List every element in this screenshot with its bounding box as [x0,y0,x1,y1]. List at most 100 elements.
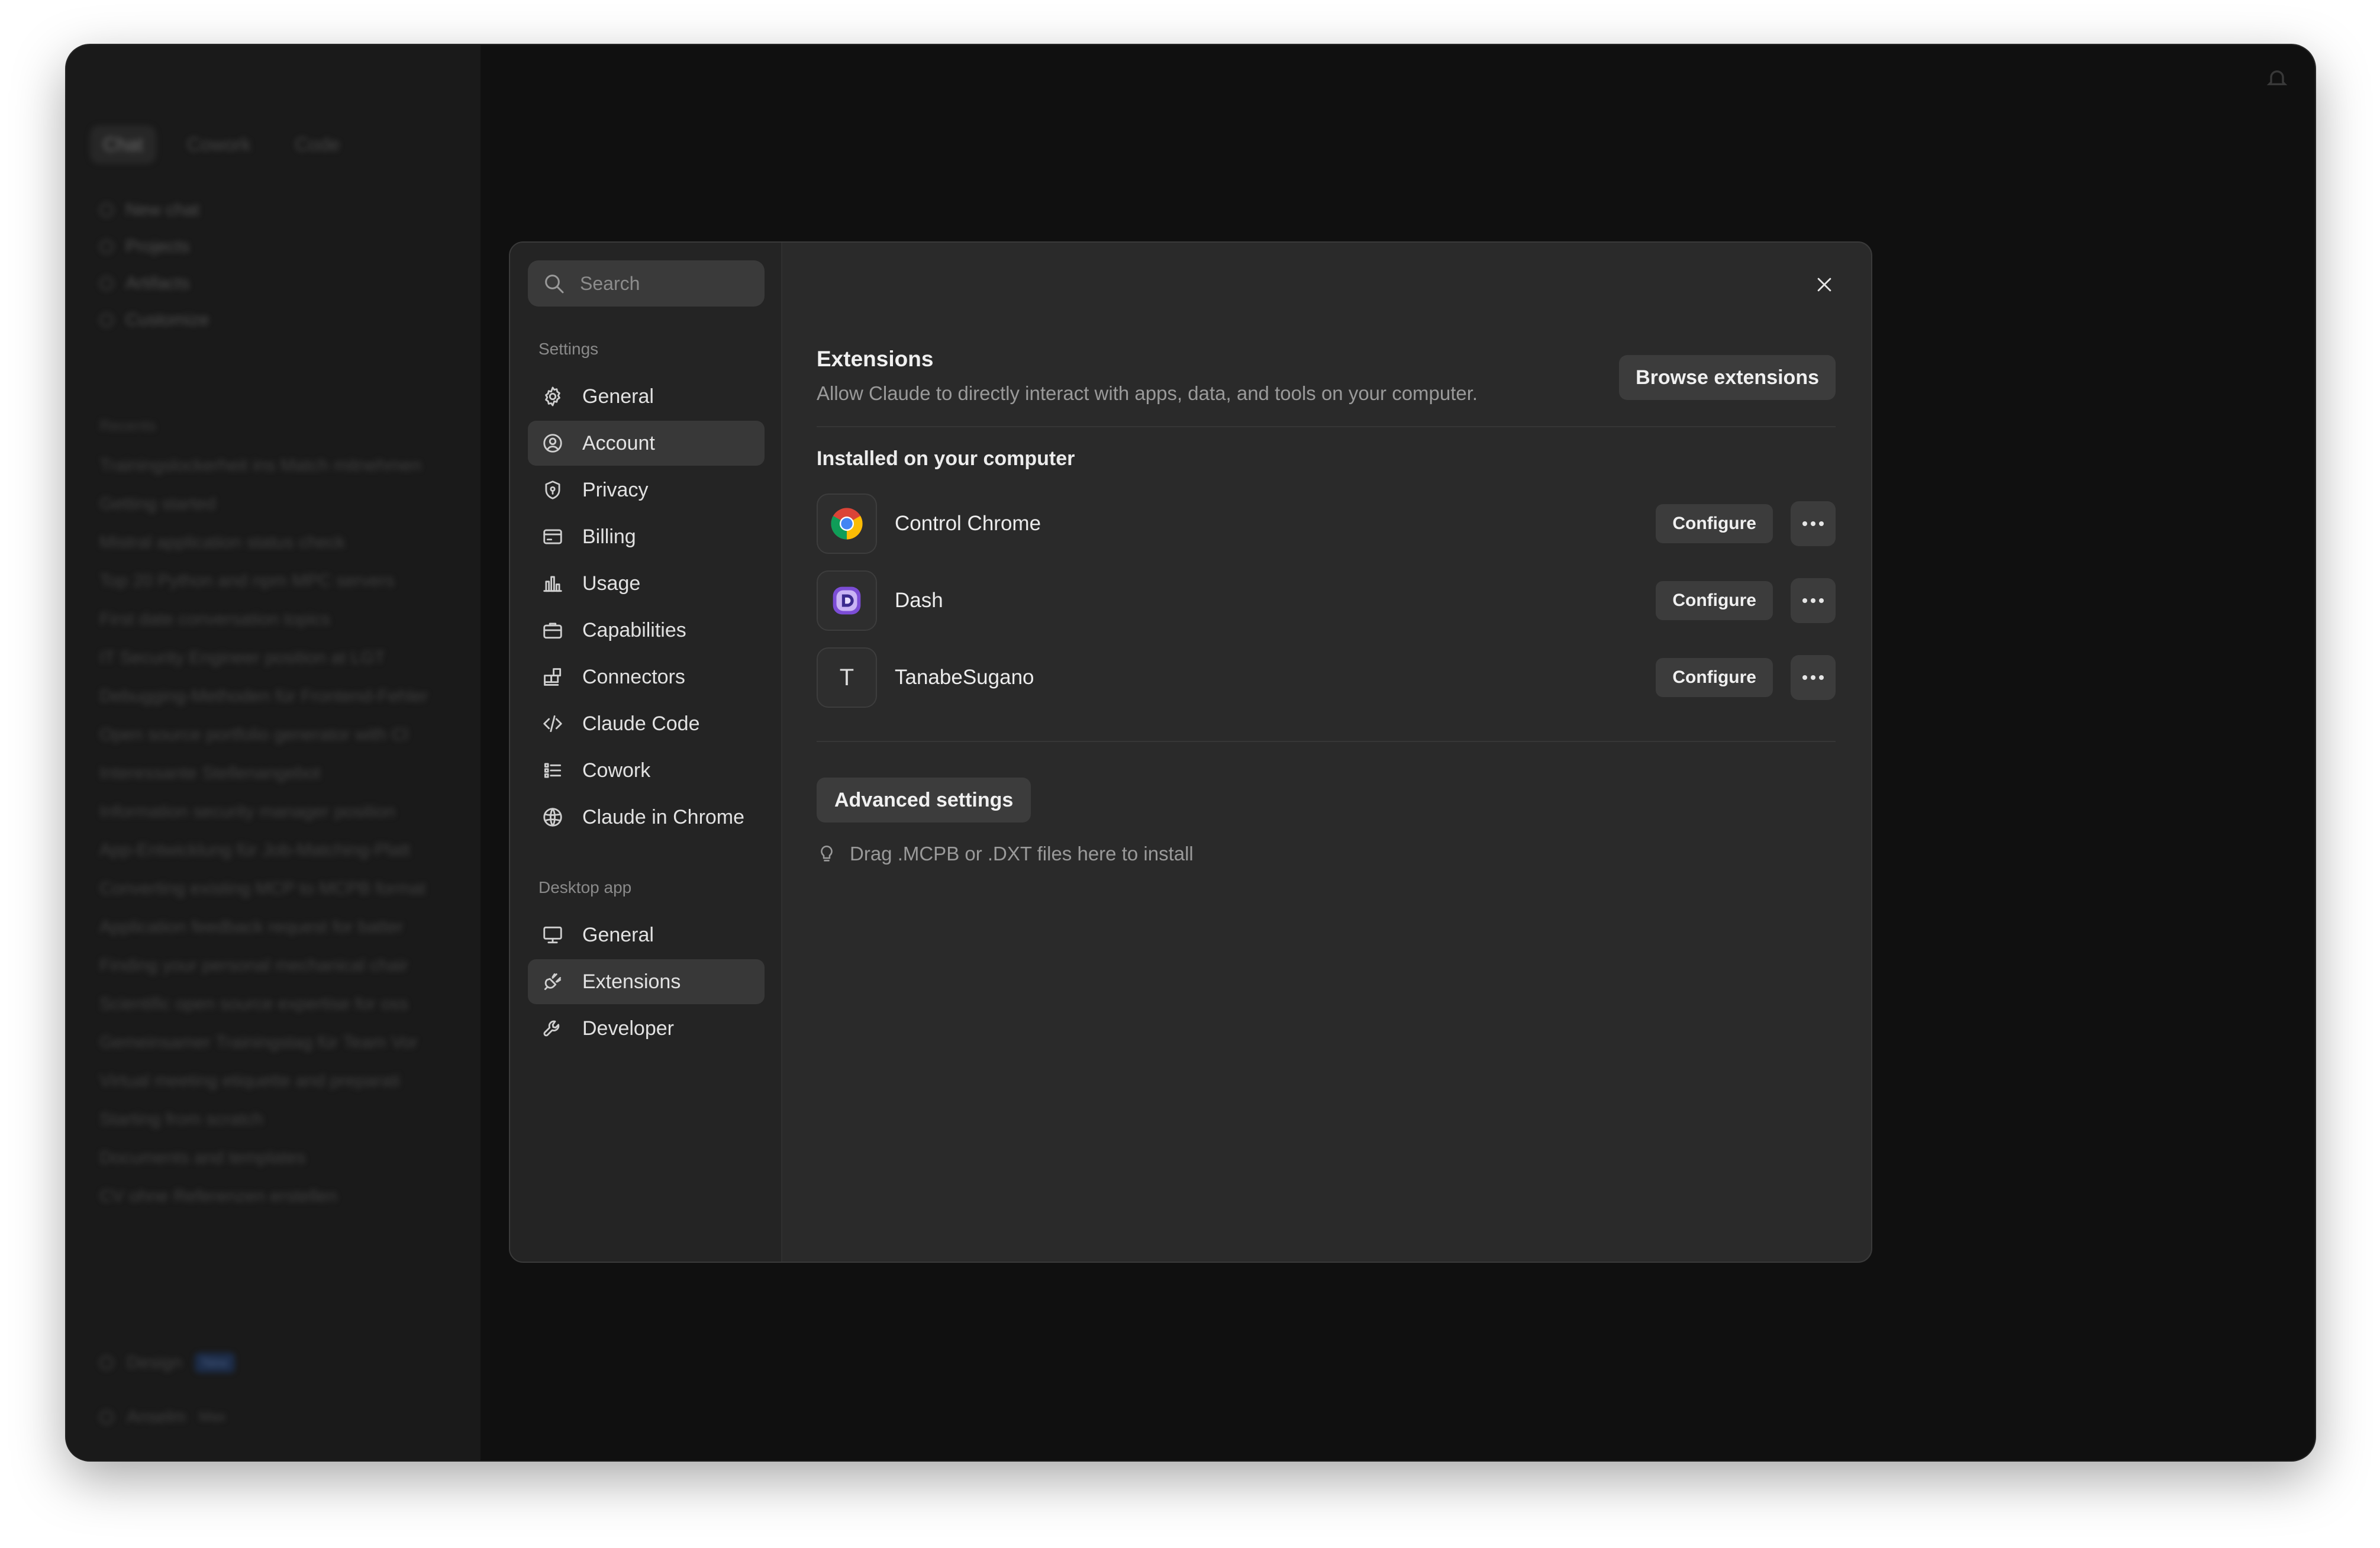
artifacts-icon [99,276,114,291]
sidebar-item-label: Cowork [582,759,651,782]
recent-chat[interactable]: Converting existing MCP to MCPB format [99,869,454,908]
recent-chat[interactable]: Interessante Stellenangebot [99,754,454,792]
sidebar-item-developer[interactable]: Developer [528,1006,765,1051]
mode-tabs: Chat Cowork Code [90,125,353,164]
dot-icon [1811,521,1815,526]
nav-customize[interactable]: Customize [99,302,209,338]
close-button[interactable] [1810,270,1839,299]
plus-icon [99,203,114,217]
configure-button[interactable]: Configure [1656,504,1773,543]
sidebar-item-privacy[interactable]: Privacy [528,467,765,512]
app-nav: New chat Projects Artifacts Customize [99,192,209,338]
sidebar-item-label: Extensions [582,970,681,993]
recent-chat[interactable]: Starting from scratch [99,1100,454,1139]
sidebar-item-label: Billing [582,525,636,548]
letter-t-text: T [839,664,854,691]
recent-chat[interactable]: Information security manager position [99,792,454,831]
sidebar-item-label: Capabilities [582,618,686,641]
recent-chat[interactable]: App-Entwicklung für Job-Matching-Platt [99,831,454,869]
nav-label: Projects [125,237,190,256]
notification-icon[interactable] [2265,67,2289,91]
settings-sidebar: Search Settings General Account Privacy … [510,243,782,1262]
divider [817,426,1836,427]
recent-chat[interactable]: Finding your personal mechanical chair [99,946,454,985]
settings-modal: Search Settings General Account Privacy … [509,241,1872,1263]
configure-button[interactable]: Configure [1656,658,1773,697]
advanced-settings-button[interactable]: Advanced settings [817,778,1031,823]
more-options-button[interactable] [1791,578,1836,623]
sidebar-item-desktop-general[interactable]: General [528,912,765,957]
recent-chat[interactable]: Getting started [99,485,454,523]
sidebar-item-claude-code[interactable]: Claude Code [528,701,765,746]
user-circle-icon [541,431,565,455]
close-icon [1817,278,1831,292]
drag-hint-text: Drag .MCPB or .DXT files here to install [850,843,1194,865]
configure-button[interactable]: Configure [1656,581,1773,620]
app-sidebar: Chat Cowork Code New chat Projects Artif… [66,45,480,1460]
gear-icon [541,385,565,408]
more-options-button[interactable] [1791,501,1836,546]
user-menu[interactable]: Anselm Max [99,1407,225,1427]
recent-chat[interactable]: Trainingslockerheit ins Match mitnehmen [99,446,454,485]
globe-icon [541,805,565,829]
nav-artifacts[interactable]: Artifacts [99,265,209,302]
briefcase-icon [541,618,565,642]
sidebar-item-label: Privacy [582,478,649,501]
page-description: Allow Claude to directly interact with a… [817,382,1478,404]
user-name: Anselm [127,1407,186,1427]
blocks-icon [541,665,565,689]
sidebar-item-usage[interactable]: Usage [528,561,765,606]
monitor-icon [541,923,565,947]
recent-chat[interactable]: Application feedback request for batter [99,908,454,946]
dot-icon [1819,598,1824,603]
recent-chat[interactable]: Mistral application status check [99,523,454,562]
recents-label: Recents [99,417,156,434]
sidebar-item-general[interactable]: General [528,374,765,419]
recent-chat[interactable]: Virtual meeting etiquette and preparati [99,1062,454,1100]
shield-icon [541,478,565,502]
folder-icon [99,240,114,254]
credit-card-icon [541,525,565,549]
recent-chat[interactable]: Gemeinsamer Trainingstag für Team Vor [99,1023,454,1062]
drag-hint: Drag .MCPB or .DXT files here to install [817,843,1194,865]
recent-chat[interactable]: Top 20 Python and npm MPC servers [99,562,454,600]
recent-chat[interactable]: Debugging-Methoden für Frontend-Fehler [99,677,454,715]
sidebar-item-account[interactable]: Account [528,421,765,466]
section-label-desktop: Desktop app [538,878,632,896]
tab-cowork[interactable]: Cowork [174,125,264,164]
dot-icon [1811,598,1815,603]
browse-extensions-button[interactable]: Browse extensions [1619,355,1836,400]
user-plan: Max [199,1409,226,1425]
dot-icon [1802,521,1807,526]
sidebar-item-label: Connectors [582,665,685,688]
more-options-button[interactable] [1791,655,1836,700]
recent-chat[interactable]: Scientific open source expertise for oss [99,985,454,1023]
code-icon [541,712,565,736]
dash-icon [817,570,877,631]
extension-name: Dash [895,589,943,612]
design-item[interactable]: Design New [99,1353,236,1373]
extension-name: TanabeSugano [895,666,1034,689]
extension-row: Control Chrome Configure [817,494,1836,554]
dot-icon [1802,675,1807,680]
recent-chat[interactable]: IT Security Engineer position at LGT [99,638,454,677]
extension-row: T TanabeSugano Configure [817,647,1836,708]
tab-chat[interactable]: Chat [90,125,156,164]
recent-chat[interactable]: CV ohne Referenzen erstellen [99,1177,454,1215]
nav-new-chat[interactable]: New chat [99,192,209,228]
sidebar-item-cowork[interactable]: Cowork [528,748,765,793]
sidebar-item-capabilities[interactable]: Capabilities [528,608,765,653]
recent-chat[interactable]: First date conversation topics [99,600,454,638]
sidebar-item-extensions[interactable]: Extensions [528,959,765,1004]
recent-chat[interactable]: Open source portfolio generator with Cl [99,715,454,754]
nav-projects[interactable]: Projects [99,228,209,265]
sidebar-item-claude-in-chrome[interactable]: Claude in Chrome [528,795,765,840]
sidebar-item-connectors[interactable]: Connectors [528,654,765,699]
settings-search-input[interactable]: Search [528,260,765,307]
search-placeholder: Search [580,272,640,294]
tab-code[interactable]: Code [282,125,353,164]
sidebar-item-billing[interactable]: Billing [528,514,765,559]
recent-chat[interactable]: Documents and templates [99,1139,454,1177]
dot-icon [1819,521,1824,526]
nav-label: Artifacts [125,273,190,293]
